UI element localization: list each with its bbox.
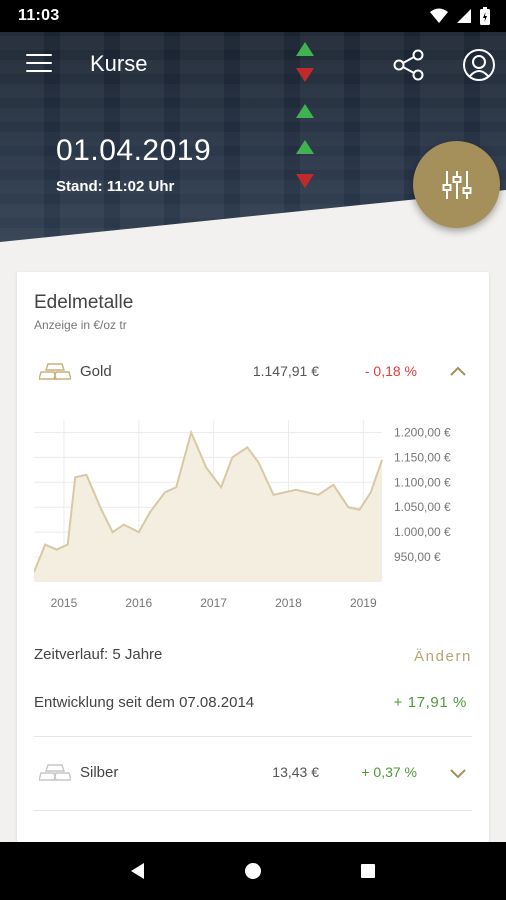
recents-icon — [361, 864, 376, 878]
page-title: Kurse — [90, 51, 148, 76]
entwicklung-label: Entwicklung seit dem 07.08.2014 — [34, 694, 255, 711]
back-icon — [130, 863, 144, 879]
status-bar: 11:03 — [0, 0, 506, 32]
sliders-icon — [442, 170, 471, 199]
gold-price: 1.147,91 € — [252, 363, 319, 379]
timestamp-display: Stand: 11:02 Uhr — [56, 178, 175, 195]
chevron-up-icon — [450, 366, 466, 376]
divider — [34, 810, 472, 811]
gold-name: Gold — [80, 363, 112, 380]
wifi-icon — [430, 8, 448, 23]
silber-row[interactable]: Silber 13,43 € + 0,37 % — [17, 750, 489, 796]
zeitverlauf-label: Zeitverlauf: 5 Jahre — [34, 646, 163, 663]
filter-button[interactable] — [413, 141, 500, 228]
x-tick-label: 2017 — [200, 596, 227, 610]
status-time: 11:03 — [18, 7, 60, 24]
gold-price-chart: 2015 2016 2017 2018 2019 1.200,00 € 1.150,00 €… — [34, 420, 451, 610]
y-tick-label: 950,00 € — [394, 550, 441, 564]
chevron-down-icon — [450, 769, 466, 779]
profile-button[interactable] — [462, 48, 496, 82]
home-icon — [244, 863, 261, 879]
status-icons — [430, 7, 490, 25]
toolbar: Kurse — [0, 40, 506, 90]
silber-price: 13,43 € — [272, 764, 319, 780]
gold-bar-icon — [39, 363, 71, 380]
date-display: 01.04.2019 — [56, 134, 212, 167]
share-button[interactable] — [392, 48, 426, 82]
share-icon — [393, 49, 424, 81]
navigation-bar — [0, 842, 506, 900]
entwicklung-value: + 17,91 % — [393, 694, 467, 711]
card-subtitle: Anzeige in €/oz tr — [34, 318, 127, 332]
card-title: Edelmetalle — [34, 292, 134, 313]
aendern-button[interactable]: Ändern — [414, 648, 472, 665]
y-tick-label: 1.200,00 € — [394, 425, 451, 439]
profile-icon — [463, 49, 495, 81]
x-tick-label: 2018 — [275, 596, 302, 610]
gold-area-series — [34, 432, 382, 582]
gold-row[interactable]: Gold 1.147,91 € - 0,18 % — [17, 349, 489, 395]
edelmetalle-card: Edelmetalle Anzeige in €/oz tr Gold 1.14… — [17, 272, 489, 842]
silber-change: + 0,37 % — [361, 764, 417, 780]
gold-change: - 0,18 % — [364, 363, 417, 379]
y-tick-label: 1.150,00 € — [394, 450, 451, 464]
home-button[interactable] — [233, 851, 273, 891]
silber-name: Silber — [80, 764, 119, 781]
x-tick-label: 2015 — [51, 596, 78, 610]
back-button[interactable] — [118, 851, 158, 891]
signal-icon — [457, 9, 471, 23]
x-tick-label: 2019 — [350, 596, 377, 610]
menu-icon — [26, 54, 52, 56]
recents-button[interactable] — [348, 851, 388, 891]
x-tick-label: 2016 — [125, 596, 152, 610]
y-tick-label: 1.050,00 € — [394, 500, 451, 514]
battery-icon — [480, 7, 490, 25]
y-tick-label: 1.000,00 € — [394, 525, 451, 539]
y-tick-label: 1.100,00 € — [394, 475, 451, 489]
divider — [34, 736, 472, 737]
menu-button[interactable] — [26, 54, 52, 76]
silver-bar-icon — [39, 764, 71, 781]
